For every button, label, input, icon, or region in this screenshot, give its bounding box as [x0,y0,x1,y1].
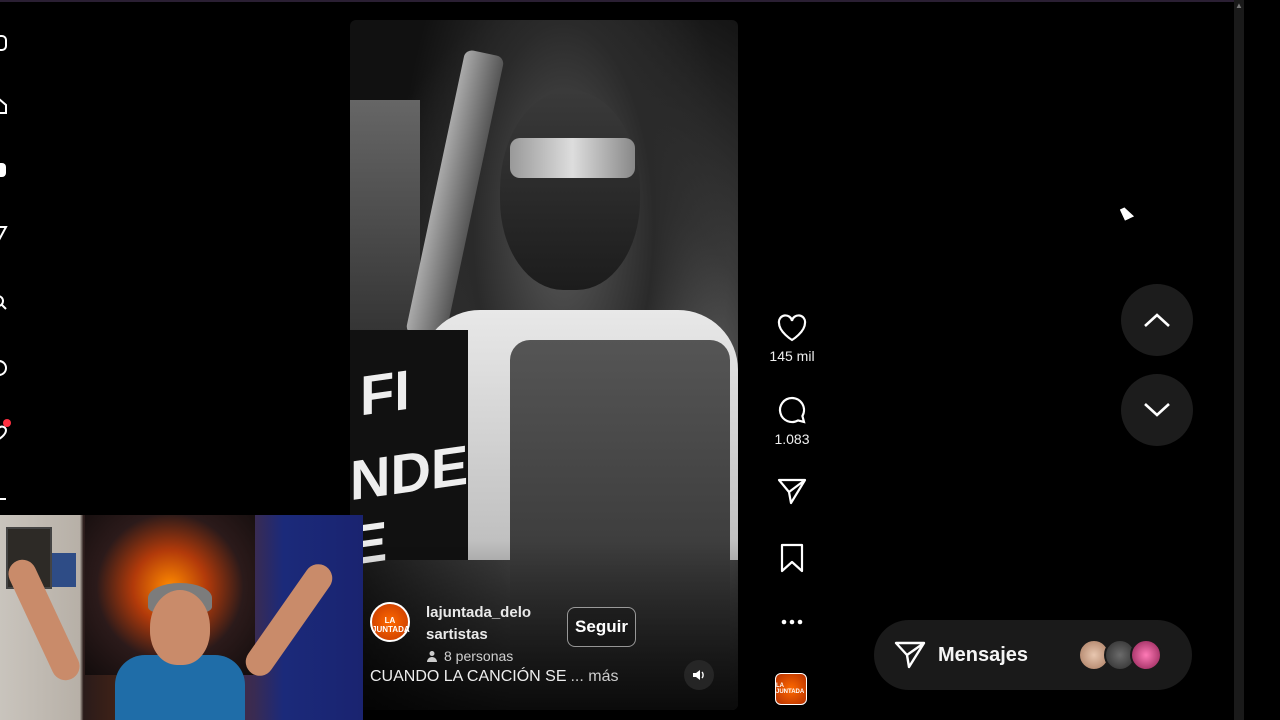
send-icon [894,641,926,669]
video-arm [350,100,420,340]
collaborators[interactable]: 8 personas [426,648,556,664]
right-edge [1244,0,1280,720]
messages-label: Mensajes [938,643,1029,666]
video-glasses [510,138,635,178]
create-icon[interactable] [0,490,8,508]
like-action[interactable]: 145 mil [766,314,818,364]
comment-action[interactable]: 1.083 [766,395,818,447]
audio-thumbnail-text: LA JUNTADA [776,683,805,695]
send-icon[interactable] [777,477,807,505]
heart-icon[interactable] [777,314,807,342]
collaborators-label: 8 personas [444,648,514,664]
webcam-overlay [0,515,363,720]
audio-toggle[interactable] [684,660,714,690]
next-reel-button[interactable] [1121,374,1193,446]
author-name-line1[interactable]: lajuntada_delo [426,602,556,624]
comment-count: 1.083 [774,431,810,447]
video-tool [405,49,505,341]
caption-more-link[interactable]: ... más [570,668,618,685]
speaker-icon [693,670,704,680]
video-sign-line1: FI [360,357,410,428]
person-head [150,590,210,665]
author-avatar-text: LA JUNTADA [372,616,410,634]
more-icon[interactable] [779,614,805,630]
person-icon [427,651,437,662]
caption: CUANDO LA CANCIÓN SE... más [370,668,619,686]
instagram-logo-icon[interactable] [0,34,8,52]
previous-reel-button[interactable] [1121,284,1193,356]
messages-button[interactable]: Mensajes [874,620,1192,690]
more-action[interactable] [766,614,818,630]
bookmark-icon[interactable] [779,543,805,573]
messages-nav-icon[interactable] [0,224,8,242]
video-face [500,90,640,290]
scroll-up-arrow[interactable]: ▲ [1235,0,1243,12]
reels-icon[interactable] [0,161,8,179]
mouse-cursor [1119,205,1135,221]
wall-poster [52,553,76,587]
like-count: 145 mil [769,348,815,364]
author-block: LA JUNTADA lajuntada_delo sartistas 8 pe… [370,602,556,664]
author-name-line2[interactable]: sartistas [426,624,556,646]
explore-icon[interactable] [0,359,8,377]
chevron-down-icon [1144,403,1170,417]
home-icon[interactable] [0,97,8,115]
avatar [1130,639,1162,671]
message-avatars [1078,639,1168,671]
comment-icon[interactable] [777,395,807,425]
save-action[interactable] [766,543,818,573]
audio-thumbnail[interactable]: LA JUNTADA [775,673,807,705]
window-top-border [0,0,1280,2]
page-scrollbar[interactable]: ▲ [1234,0,1244,720]
follow-button[interactable]: Seguir [567,607,636,647]
video-sign: FI NDE E [350,330,468,577]
author-avatar[interactable]: LA JUNTADA [370,602,410,642]
search-icon[interactable] [0,293,8,311]
share-action[interactable] [766,477,818,505]
author-meta: lajuntada_delo sartistas 8 personas [426,602,556,664]
chevron-up-icon [1144,313,1170,327]
reel-video[interactable]: FI NDE E LA JUNTADA lajuntada_delo sarti… [350,20,738,710]
caption-text: CUANDO LA CANCIÓN SE [370,668,567,685]
notification-dot [3,419,11,427]
